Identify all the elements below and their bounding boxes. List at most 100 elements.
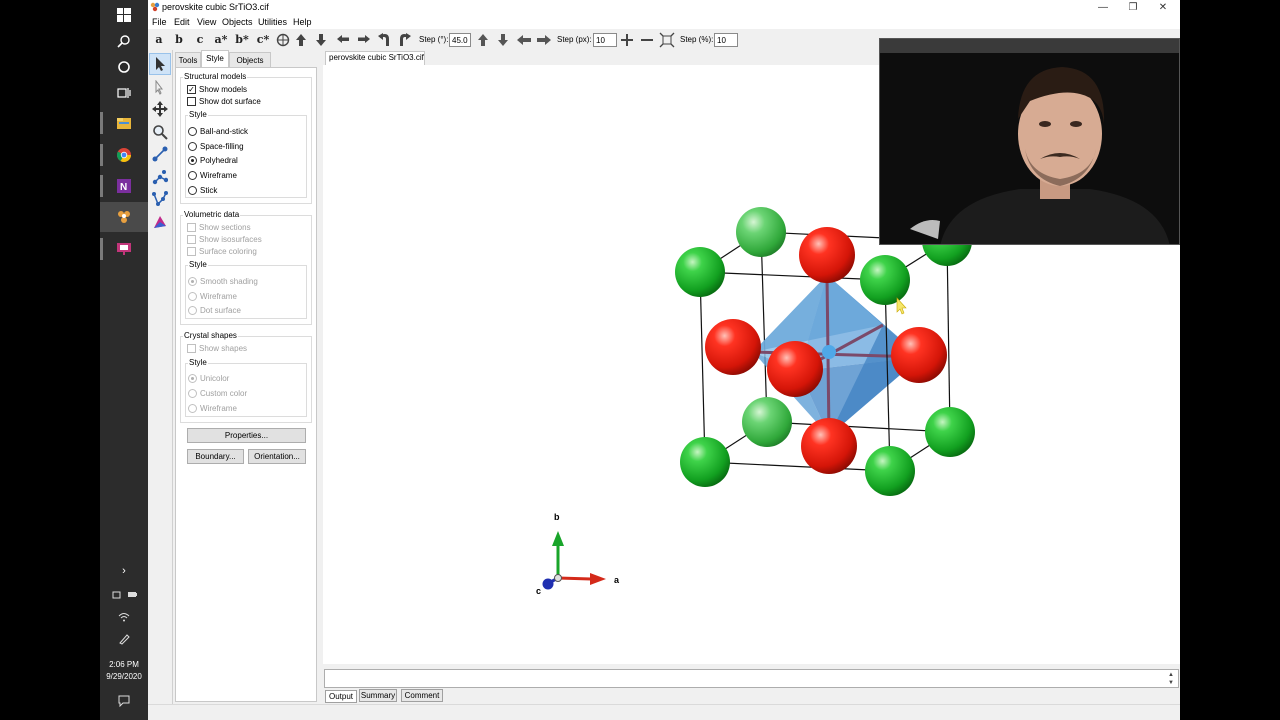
presentation-icon[interactable] bbox=[100, 234, 148, 264]
style-wireframe-radio[interactable]: Wireframe bbox=[188, 171, 237, 180]
dihedral-tool-icon[interactable] bbox=[149, 188, 171, 210]
vol-wireframe-radio[interactable]: Wireframe bbox=[188, 292, 237, 301]
rotate-ccw-icon[interactable] bbox=[376, 32, 392, 48]
view-along-c-star-button[interactable]: c* bbox=[254, 32, 272, 48]
rotate-cw-icon[interactable] bbox=[397, 32, 413, 48]
document-tab[interactable]: perovskite cubic SrTiO3.cif bbox=[325, 51, 425, 65]
style-space-filling-radio[interactable]: Space-filling bbox=[188, 142, 244, 151]
custom-color-radio[interactable]: Custom color bbox=[188, 389, 247, 398]
pen-icon[interactable] bbox=[100, 624, 148, 654]
sr-atom[interactable] bbox=[860, 255, 910, 305]
checkbox-label: Show sections bbox=[199, 223, 251, 232]
lattice-plane-tool-icon[interactable] bbox=[149, 211, 171, 233]
view-along-a-star-button[interactable]: a* bbox=[212, 32, 230, 48]
boundary-button[interactable]: Boundary... bbox=[187, 449, 244, 464]
chrome-icon[interactable] bbox=[100, 140, 148, 170]
output-text-area[interactable]: ▲ ▼ bbox=[324, 669, 1179, 688]
view-along-c-button[interactable]: c bbox=[193, 32, 207, 48]
menu-utilities[interactable]: Utilities bbox=[258, 17, 287, 27]
crystal-wireframe-radio[interactable]: Wireframe bbox=[188, 404, 237, 413]
show-models-label: Show models bbox=[199, 85, 248, 94]
show-models-check-icon: ✓ bbox=[187, 85, 196, 94]
tab-output[interactable]: Output bbox=[325, 690, 357, 703]
sr-atom[interactable] bbox=[742, 397, 792, 447]
menu-help[interactable]: Help bbox=[293, 17, 312, 27]
task-view-icon[interactable] bbox=[100, 78, 148, 108]
rotate-up-icon[interactable] bbox=[293, 32, 309, 48]
smooth-shading-radio[interactable]: Smooth shading bbox=[188, 277, 258, 286]
menu-file[interactable]: File bbox=[152, 17, 167, 27]
dot-surface-radio[interactable]: Dot surface bbox=[188, 306, 241, 315]
view-along-a-button[interactable]: a bbox=[152, 32, 166, 48]
tab-objects[interactable]: Objects bbox=[229, 52, 271, 67]
surface-coloring-checkbox[interactable]: Surface coloring bbox=[187, 247, 257, 256]
show-models-checkbox[interactable]: ✓ Show models bbox=[187, 85, 247, 94]
step-pct-input[interactable] bbox=[714, 33, 738, 47]
file-explorer-icon[interactable] bbox=[100, 108, 148, 138]
minimize-button[interactable]: — bbox=[1088, 1, 1118, 14]
axis-b-label: b bbox=[554, 512, 560, 522]
show-sections-checkbox[interactable]: Show sections bbox=[187, 223, 251, 232]
sr-atom[interactable] bbox=[925, 407, 975, 457]
tab-summary[interactable]: Summary bbox=[359, 689, 397, 702]
o-atom[interactable] bbox=[767, 341, 823, 397]
checkbox-icon bbox=[187, 235, 196, 244]
sr-atom[interactable] bbox=[680, 437, 730, 487]
style-ball-and-stick-radio[interactable]: Ball-and-stick bbox=[188, 127, 248, 136]
tab-tools[interactable]: Tools bbox=[175, 52, 201, 67]
angle-tool-icon[interactable] bbox=[149, 166, 171, 188]
fit-to-screen-icon[interactable] bbox=[659, 32, 675, 48]
style-stick-radio[interactable]: Stick bbox=[188, 186, 217, 195]
step-px-input[interactable] bbox=[593, 33, 617, 47]
tab-style[interactable]: Style bbox=[201, 50, 229, 68]
taskbar-clock[interactable]: 2:06 PM 9/29/2020 bbox=[100, 659, 148, 683]
sr-atom[interactable] bbox=[675, 247, 725, 297]
reset-orientation-icon[interactable] bbox=[275, 32, 291, 48]
menu-objects[interactable]: Objects bbox=[222, 17, 253, 27]
step-deg-input[interactable] bbox=[449, 33, 471, 47]
move-left-icon[interactable] bbox=[516, 32, 532, 48]
zoom-out-icon[interactable] bbox=[639, 32, 655, 48]
select-tool-icon[interactable] bbox=[149, 53, 171, 75]
ti-atom[interactable] bbox=[822, 345, 836, 359]
distance-tool-icon[interactable] bbox=[149, 143, 171, 165]
o-atom[interactable] bbox=[801, 418, 857, 474]
magnify-tool-icon[interactable] bbox=[149, 121, 171, 143]
o-atom[interactable] bbox=[799, 227, 855, 283]
axis-a-label: a bbox=[614, 575, 620, 585]
onenote-icon[interactable]: N bbox=[100, 171, 148, 201]
sr-atom[interactable] bbox=[865, 446, 915, 496]
restore-button[interactable]: ❐ bbox=[1118, 1, 1148, 14]
vesta-icon[interactable] bbox=[100, 202, 148, 232]
axis-c-label: c bbox=[536, 586, 541, 596]
show-shapes-checkbox[interactable]: Show shapes bbox=[187, 344, 247, 353]
rotate-left-icon[interactable] bbox=[335, 32, 351, 48]
unicolor-radio[interactable]: Unicolor bbox=[188, 374, 229, 383]
orientation-button[interactable]: Orientation... bbox=[248, 449, 306, 464]
rotate-right-icon[interactable] bbox=[356, 32, 372, 48]
view-along-b-star-button[interactable]: b* bbox=[233, 32, 251, 48]
translate-tool-icon[interactable] bbox=[149, 98, 171, 120]
pointer-tool-icon[interactable] bbox=[149, 77, 171, 99]
menu-view[interactable]: View bbox=[197, 17, 216, 27]
scroll-down-icon[interactable]: ▼ bbox=[1167, 679, 1175, 687]
rotate-down-icon[interactable] bbox=[313, 32, 329, 48]
sr-atom[interactable] bbox=[736, 207, 786, 257]
move-down-icon[interactable] bbox=[495, 32, 511, 48]
tab-comment[interactable]: Comment bbox=[401, 689, 443, 702]
properties-button[interactable]: Properties... bbox=[187, 428, 306, 443]
style-polyhedral-radio[interactable]: Polyhedral bbox=[188, 156, 238, 165]
o-atom[interactable] bbox=[705, 319, 761, 375]
radio-icon bbox=[188, 127, 197, 136]
scroll-up-icon[interactable]: ▲ bbox=[1167, 671, 1175, 679]
zoom-in-icon[interactable] bbox=[619, 32, 635, 48]
action-center-icon[interactable] bbox=[100, 686, 148, 716]
move-up-icon[interactable] bbox=[475, 32, 491, 48]
move-right-icon[interactable] bbox=[536, 32, 552, 48]
show-isosurfaces-checkbox[interactable]: Show isosurfaces bbox=[187, 235, 262, 244]
menu-edit[interactable]: Edit bbox=[174, 17, 190, 27]
view-along-b-button[interactable]: b bbox=[172, 32, 186, 48]
close-button[interactable]: ✕ bbox=[1148, 1, 1178, 14]
show-dot-surface-checkbox[interactable]: Show dot surface bbox=[187, 97, 261, 106]
o-atom[interactable] bbox=[891, 327, 947, 383]
